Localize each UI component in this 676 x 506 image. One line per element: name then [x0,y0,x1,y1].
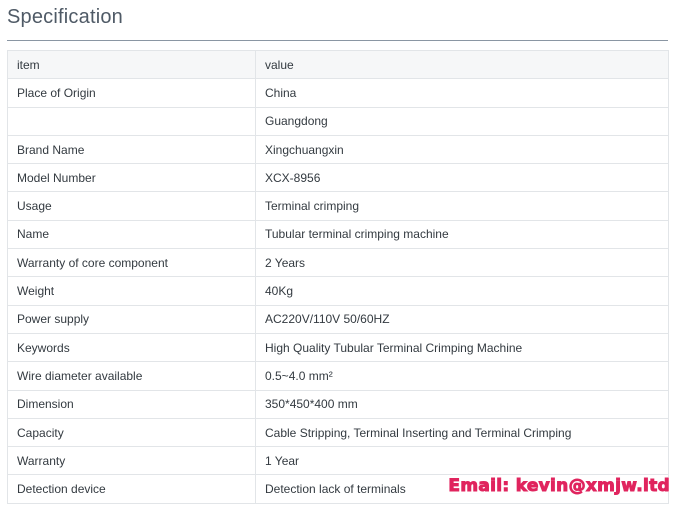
table-row: Dimension 350*450*400 mm [7,389,669,419]
row-value-cell: High Quality Tubular Terminal Crimping M… [255,332,669,363]
row-item-cell: Keywords [7,332,256,363]
table-header-row: item value [7,49,669,80]
table-row: Name Tubular terminal crimping machine [7,219,669,250]
row-value-cell: 40Kg [255,276,669,306]
row-value-cell: 350*450*400 mm [255,389,669,419]
row-item-cell: Power supply [7,304,256,334]
row-item-cell: Capacity [7,417,256,448]
row-item-cell: Warranty [7,446,256,476]
row-item-cell: Warranty of core component [7,248,256,278]
email-watermark: Email: kevin@xmjw.ltd [448,476,670,497]
row-value-cell: 1 Year [255,446,669,476]
row-item-cell: Wire diameter available [7,361,256,391]
row-item-cell: Dimension [7,389,256,419]
column-header-item: item [7,49,256,80]
row-value-cell: Cable Stripping, Terminal Inserting and … [255,417,669,448]
row-value-cell: XCX-8956 [255,163,669,193]
row-value-cell: Xingchuangxin [255,134,669,165]
table-row: Warranty 1 Year [7,446,669,476]
row-value-cell: Terminal crimping [255,191,669,221]
spec-page: Specification item value Place of Origin… [0,0,676,506]
title-divider [7,40,668,41]
table-row: Usage Terminal crimping [7,191,669,221]
row-value-cell: 2 Years [255,248,669,278]
table-row: Capacity Cable Stripping, Terminal Inser… [7,417,669,448]
row-value-cell: Tubular terminal crimping machine [255,219,669,250]
row-item-cell: Detection device [7,474,256,504]
table-row: Model Number XCX-8956 [7,163,669,193]
table-row: Guangdong [7,106,669,136]
row-value-cell: AC220V/110V 50/60HZ [255,304,669,334]
row-item-cell: Model Number [7,163,256,193]
table-row: Keywords High Quality Tubular Terminal C… [7,332,669,363]
row-item-cell: Weight [7,276,256,306]
table-row: Power supply AC220V/110V 50/60HZ [7,304,669,334]
row-value-cell: China [255,78,669,108]
row-item-cell: Name [7,219,256,250]
page-title: Specification [7,6,123,28]
specification-table: item value Place of Origin China Guangdo… [7,49,669,504]
column-header-value: value [255,49,669,80]
table-row: Warranty of core component 2 Years [7,248,669,278]
row-item-cell: Brand Name [7,134,256,165]
table-row: Weight 40Kg [7,276,669,306]
row-value-cell: Guangdong [255,106,669,136]
row-item-cell: Place of Origin [7,78,256,108]
row-item-cell [7,106,256,136]
row-item-cell: Usage [7,191,256,221]
table-row: Brand Name Xingchuangxin [7,134,669,165]
table-row: Wire diameter available 0.5~4.0 mm² [7,361,669,391]
row-value-cell: 0.5~4.0 mm² [255,361,669,391]
table-row: Place of Origin China [7,78,669,108]
